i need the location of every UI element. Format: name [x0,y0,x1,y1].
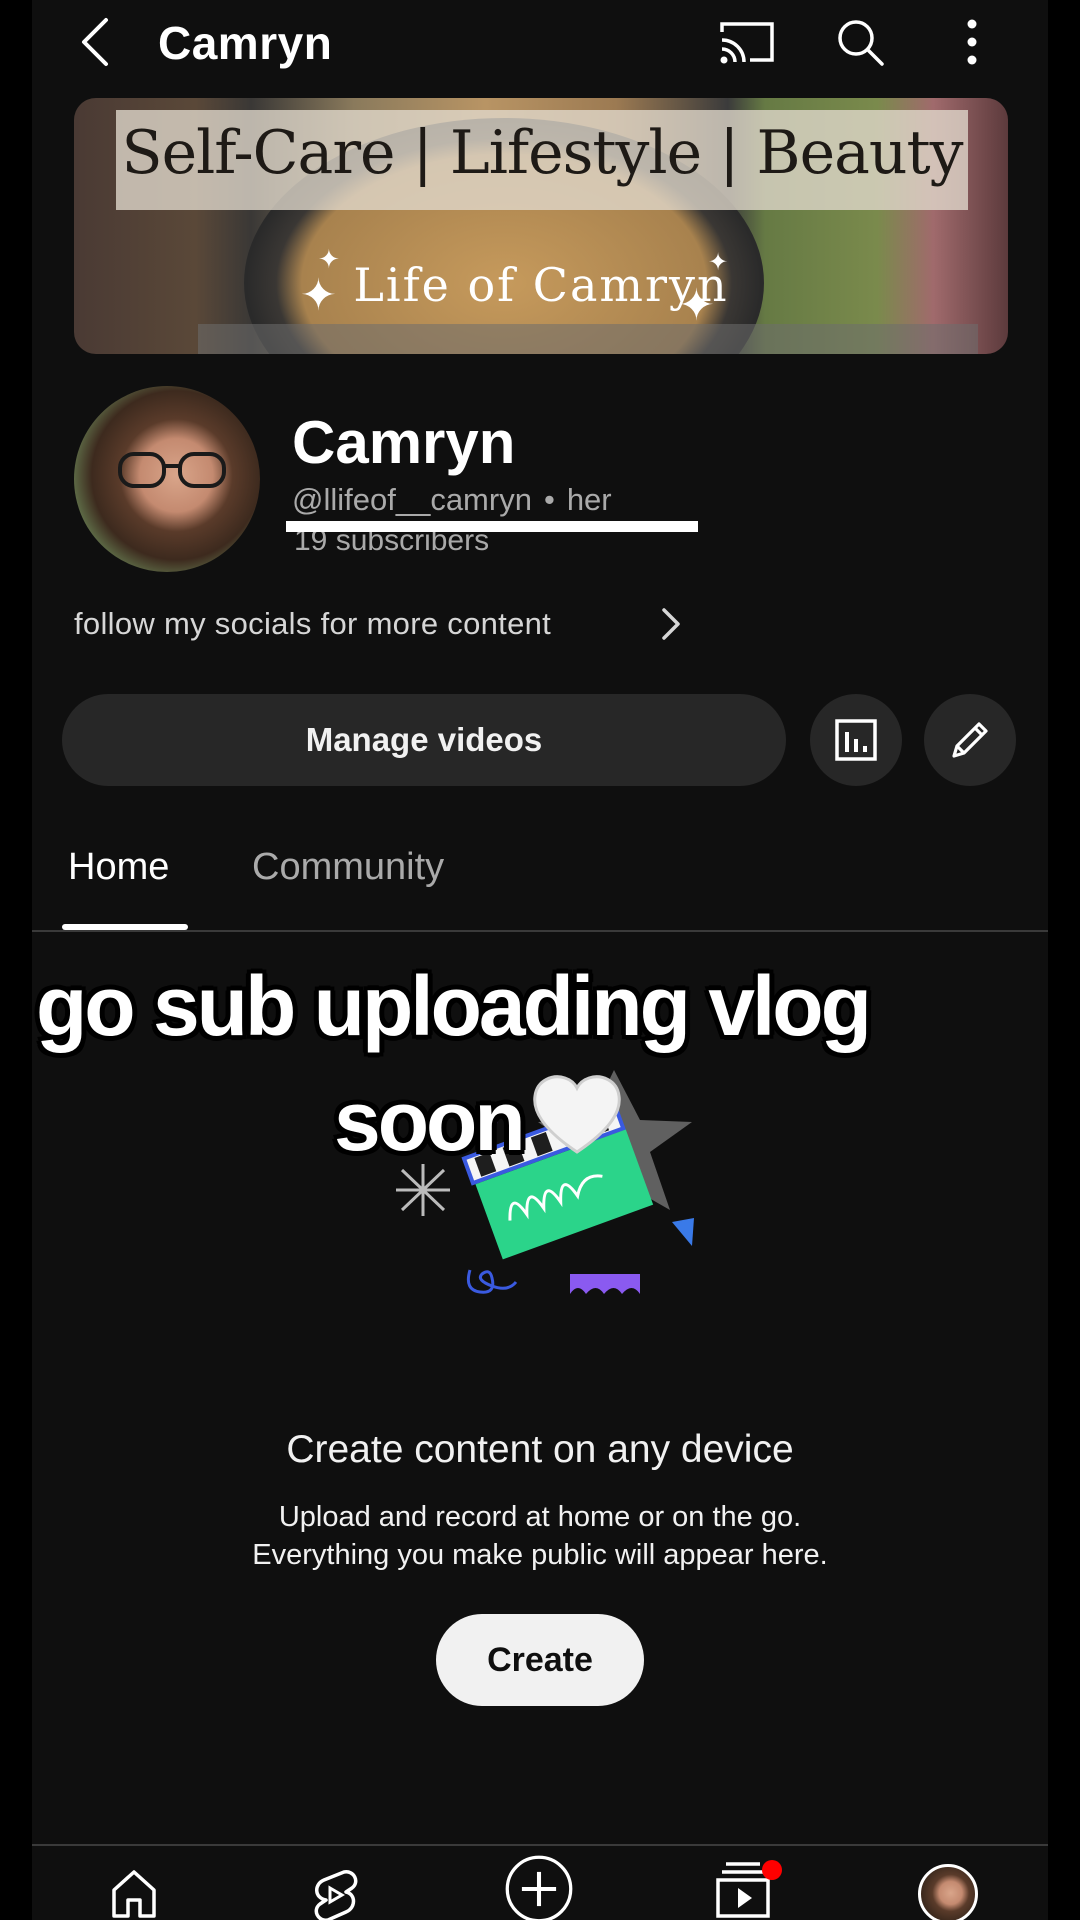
channel-pronouns: her [566,482,612,517]
separator-dot: • [543,482,555,517]
search-icon[interactable] [834,16,886,68]
empty-state-title: Create content on any device [286,1428,794,1471]
channel-banner: Self-Care | Lifestyle | Beauty ✦ ✦ ✦ ✦ L… [74,98,1008,354]
edit-channel-button[interactable] [924,694,1016,786]
create-icon[interactable] [496,1854,582,1920]
home-icon[interactable] [110,1868,158,1918]
more-vert-icon[interactable] [962,16,982,68]
channel-handle-row: @llifeof__camryn • her [292,482,612,518]
create-button[interactable]: Create [436,1614,644,1706]
channel-about-link[interactable]: follow my socials for more content [74,600,680,648]
shorts-icon[interactable] [310,1868,360,1920]
channel-name: Camryn [292,409,516,476]
cast-icon[interactable] [718,18,776,66]
empty-state-line2: Everything you make public will appear h… [252,1539,828,1571]
tab-home[interactable]: Home [68,846,169,889]
white-heart-icon [532,1075,621,1154]
channel-handle: @llifeof__camryn [292,482,532,517]
glasses-detail [118,452,226,488]
pencil-icon [952,722,988,758]
empty-state-line1: Upload and record at home or on the go. [278,1501,802,1533]
empty-state-description: Upload and record at home or on the go. … [32,1498,1048,1574]
overlay-caption-line2: soon [334,1072,623,1170]
top-app-bar: Camryn [32,0,1048,90]
page-title: Camryn [158,17,333,69]
you-avatar[interactable] [918,1864,978,1920]
chevron-left-icon[interactable] [72,14,122,70]
channel-tabs: Home Community [32,830,1048,932]
overlay-caption-text: soon [334,1074,526,1168]
channel-screen: Camryn Self-Care | Lifestyle | Beauty ✦ … [32,0,1048,1920]
manage-videos-button[interactable]: Manage videos [62,694,786,786]
subscriptions-icon[interactable] [714,1858,784,1920]
analytics-icon [835,719,877,761]
banner-tagline: Self-Care | Lifestyle | Beauty [121,118,964,188]
banner-brand: Life of Camryn [353,258,729,312]
tab-community[interactable]: Community [252,846,444,889]
channel-avatar[interactable] [74,386,260,572]
chevron-right-icon [662,608,680,640]
about-text: follow my socials for more content [74,606,552,641]
tab-selected-indicator [62,924,188,930]
drawn-underline [286,521,698,532]
analytics-button[interactable] [810,694,902,786]
overlay-caption-line1: go sub uploading vlog [36,959,872,1053]
bottom-navigation [32,1844,1048,1920]
